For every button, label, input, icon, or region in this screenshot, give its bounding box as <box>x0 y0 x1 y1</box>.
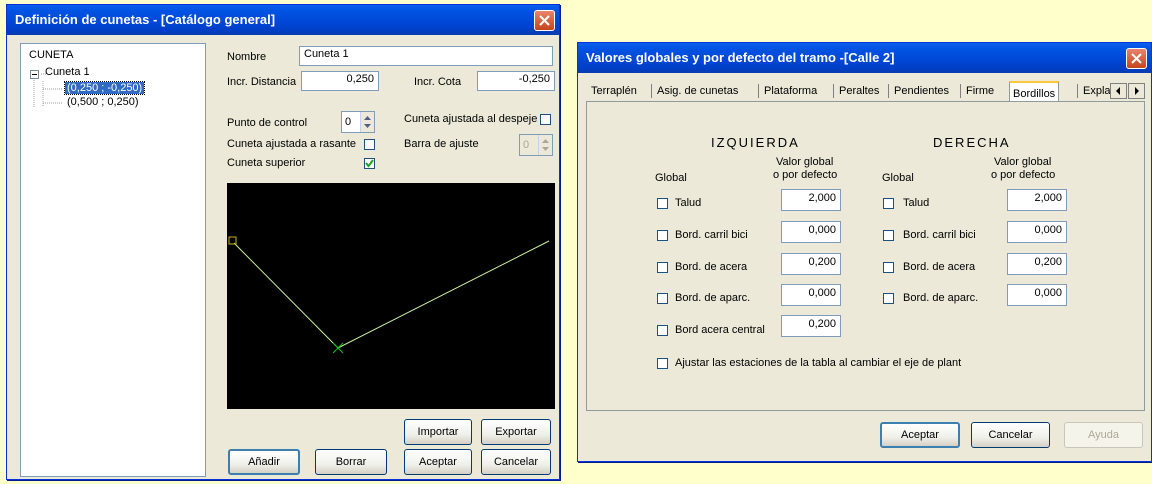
global-label-left: Global <box>655 172 687 184</box>
carril-bici-left-label: Bord. carril bici <box>675 229 748 241</box>
barra-ajuste-label: Barra de ajuste <box>404 138 479 150</box>
arrow-right-icon <box>1135 87 1139 95</box>
cunetas-titlebar[interactable]: Definición de cunetas - [Catálogo genera… <box>7 5 559 35</box>
cunetas-title: Definición de cunetas - [Catálogo genera… <box>15 12 276 27</box>
global-label-right: Global <box>882 172 914 184</box>
valor-global-left-2: o por defecto <box>773 169 838 181</box>
close-icon <box>539 15 550 26</box>
acera-right-label: Bord. de acera <box>903 261 976 273</box>
talud-right-label: Talud <box>903 197 930 209</box>
incr-distancia-field[interactable]: 0,250 <box>301 71 379 91</box>
valores-globales-dialog: Valores globales y por defecto del tramo… <box>577 42 1152 462</box>
anadir-button[interactable]: Añadir <box>228 449 300 475</box>
cancelar-button[interactable]: Cancelar <box>971 422 1050 448</box>
carril-bici-right-label: Bord. carril bici <box>903 229 976 241</box>
control-point-marker <box>228 236 237 245</box>
cunetas-dialog: Definición de cunetas - [Catálogo genera… <box>6 4 560 480</box>
tab-terraplen[interactable]: Terraplén <box>588 81 640 101</box>
derecha-heading: DERECHA <box>933 135 1011 150</box>
exportar-button[interactable]: Exportar <box>481 419 551 445</box>
importar-button[interactable]: Importar <box>404 419 472 445</box>
tab-strip: Terraplén Asig. de cunetas Plataforma Pe… <box>588 81 1148 103</box>
izquierda-heading: IZQUIERDA <box>711 135 800 150</box>
tab-pendientes[interactable]: Pendientes <box>891 81 952 101</box>
tab-firme[interactable]: Firme <box>963 81 997 101</box>
acera-right-checkbox[interactable] <box>883 262 894 273</box>
talud-right-checkbox[interactable] <box>883 198 894 209</box>
close-button[interactable] <box>534 10 555 31</box>
barra-ajuste-value: 0 <box>523 139 530 151</box>
punto-control-spinner[interactable]: 0 <box>341 111 375 133</box>
acera-central-checkbox[interactable] <box>657 325 668 336</box>
aparc-right-label: Bord. de aparc. <box>903 292 979 304</box>
aparc-right-field[interactable]: 0,000 <box>1007 284 1067 306</box>
cuneta-superior-checkbox[interactable] <box>364 158 375 169</box>
cuneta-profile-drawing <box>228 236 550 354</box>
cuneta-tree[interactable]: CUNETA Cuneta 1 (0,250 ; -0,250) (0,500 … <box>20 43 206 477</box>
cuneta-preview <box>227 183 555 409</box>
valor-global-right-2: o por defecto <box>991 169 1056 181</box>
tree-collapse-icon[interactable] <box>30 70 39 79</box>
valores-title: Valores globales y por defecto del tramo… <box>586 50 895 65</box>
ajustar-checkbox[interactable] <box>657 358 668 369</box>
acera-left-field[interactable]: 0,200 <box>781 253 841 275</box>
borrar-button[interactable]: Borrar <box>315 449 387 475</box>
tab-peraltes[interactable]: Peraltes <box>836 81 882 101</box>
talud-left-field[interactable]: 2,000 <box>781 189 841 211</box>
talud-left-checkbox[interactable] <box>657 198 668 209</box>
incr-cota-label: Incr. Cota <box>414 76 462 88</box>
bordillos-panel: IZQUIERDA DERECHA Global Valor global o … <box>586 101 1145 411</box>
cancelar-button[interactable]: Cancelar <box>481 449 551 475</box>
tab-scroll-left[interactable] <box>1110 83 1127 99</box>
carril-bici-left-checkbox[interactable] <box>657 230 668 241</box>
tab-plataforma[interactable]: Plataforma <box>761 81 820 101</box>
carril-bici-right-field[interactable]: 0,000 <box>1007 221 1067 243</box>
checkmark-icon <box>365 159 374 168</box>
aparc-right-checkbox[interactable] <box>883 293 894 304</box>
aparc-left-field[interactable]: 0,000 <box>781 284 841 306</box>
valores-titlebar[interactable]: Valores globales y por defecto del tramo… <box>578 43 1151 73</box>
nombre-label: Nombre <box>227 51 267 63</box>
arrow-left-icon <box>1116 87 1120 95</box>
incr-cota-field[interactable]: -0,250 <box>477 71 555 91</box>
valor-global-left-1: Valor global <box>776 156 834 168</box>
talud-left-label: Talud <box>675 197 702 209</box>
aceptar-button[interactable]: Aceptar <box>880 422 960 448</box>
acera-left-label: Bord. de acera <box>675 261 748 273</box>
cuneta-despeje-label: Cuneta ajustada al despeje <box>404 113 538 125</box>
acera-central-label: Bord acera central <box>675 324 765 336</box>
tree-point[interactable]: (0,500 ; 0,250) <box>67 96 139 108</box>
aceptar-button[interactable]: Aceptar <box>404 449 472 475</box>
cuneta-superior-label: Cuneta superior <box>227 157 306 169</box>
acera-right-field[interactable]: 0,200 <box>1007 253 1067 275</box>
tab-asig-cunetas[interactable]: Asig. de cunetas <box>654 81 741 101</box>
carril-bici-right-checkbox[interactable] <box>883 230 894 241</box>
ajustar-label: Ajustar las estaciones de la tabla al ca… <box>675 357 962 369</box>
acera-left-checkbox[interactable] <box>657 262 668 273</box>
punto-control-label: Punto de control <box>227 117 308 129</box>
tree-point-selected[interactable]: (0,250 ; -0,250) <box>63 81 146 95</box>
barra-ajuste-spinner[interactable]: 0 <box>519 134 553 156</box>
carril-bici-left-field[interactable]: 0,000 <box>781 221 841 243</box>
talud-right-field[interactable]: 2,000 <box>1007 189 1067 211</box>
tree-node-cuneta-1[interactable]: Cuneta 1 <box>45 66 90 78</box>
cuneta-rasante-label: Cuneta ajustada a rasante <box>227 138 357 150</box>
tab-scroll-right[interactable] <box>1128 83 1145 99</box>
nombre-field[interactable]: Cuneta 1 <box>299 46 553 66</box>
spinner-arrows-icon[interactable] <box>538 135 552 155</box>
aparc-left-label: Bord. de aparc. <box>675 292 751 304</box>
incr-distancia-label: Incr. Distancia <box>227 76 297 88</box>
close-icon <box>1131 53 1142 64</box>
spinner-arrows-icon[interactable] <box>360 112 374 132</box>
ayuda-button[interactable]: Ayuda <box>1064 422 1143 448</box>
valor-global-right-1: Valor global <box>994 156 1052 168</box>
close-button[interactable] <box>1126 48 1147 69</box>
acera-central-field[interactable]: 0,200 <box>781 315 841 337</box>
cuneta-despeje-checkbox[interactable] <box>540 114 551 125</box>
aparc-left-checkbox[interactable] <box>657 293 668 304</box>
cuneta-rasante-checkbox[interactable] <box>364 139 375 150</box>
tab-bordillos[interactable]: Bordillos <box>1009 81 1060 103</box>
punto-control-value: 0 <box>345 116 352 128</box>
